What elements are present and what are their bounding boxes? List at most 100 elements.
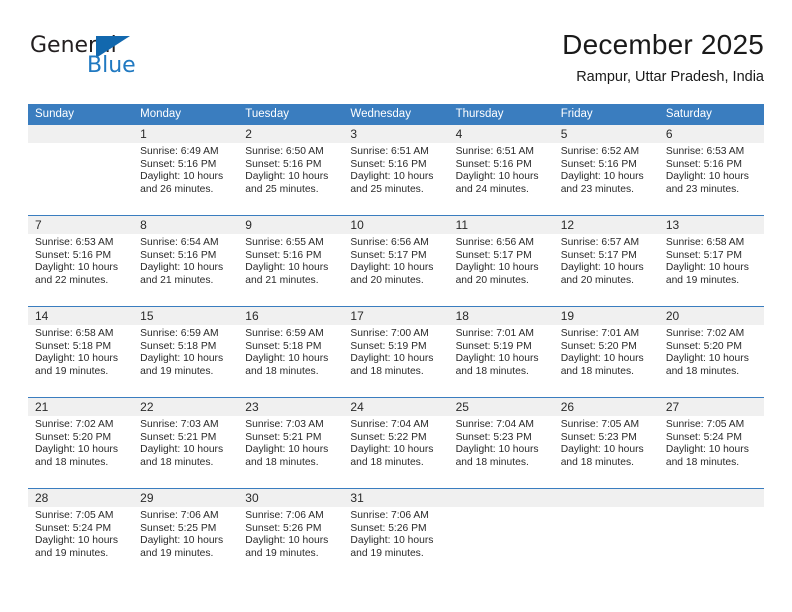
day-detail: Sunrise: 7:02 AM Sunset: 5:20 PM Daylight:… (28, 416, 133, 469)
day-cell-2[interactable]: 2 Sunrise: 6:50 AM Sunset: 5:16 PM Daylight… (238, 125, 344, 204)
day-number-band: 28 (28, 489, 134, 507)
day-cell-17[interactable]: 17 Sunrise: 7:00 AM Sunset: 5:19 PM Dayligh… (343, 307, 449, 386)
day-number: 21 (35, 400, 49, 414)
day-cell-14[interactable]: 14 Sunrise: 6:58 AM Sunset: 5:18 PM Dayligh… (28, 307, 134, 386)
sunrise-text: Sunrise: 7:06 AM (245, 510, 324, 521)
day-cell-29[interactable]: 29 Sunrise: 7:06 AM Sunset: 5:25 PM Dayligh… (133, 489, 239, 568)
day-number: 28 (35, 491, 49, 505)
day-number: 1 (140, 127, 147, 141)
day-cell-4[interactable]: 4 Sunrise: 6:51 AM Sunset: 5:16 PM Daylight… (448, 125, 554, 204)
day-detail: Sunrise: 7:06 AM Sunset: 5:25 PM Daylight:… (133, 507, 238, 560)
daylight-text-line1: Daylight: 10 hours (350, 535, 434, 547)
sunset-text: Sunset: 5:17 PM (560, 249, 637, 261)
day-cell-5[interactable]: 5 Sunrise: 6:52 AM Sunset: 5:16 PM Daylight… (553, 125, 659, 204)
day-number: 4 (455, 127, 463, 141)
calendar-weeks: 1 Sunrise: 6:49 AM Sunset: 5:16 PM Daylight… (28, 125, 764, 568)
daylight-text-line2: and 18 minutes. (665, 456, 740, 468)
day-detail: Sunrise: 6:50 AM Sunset: 5:16 PM Daylight:… (238, 143, 343, 196)
daylight-text-line1: Daylight: 10 hours (140, 535, 224, 547)
daylight-text-line2: and 18 minutes. (140, 456, 214, 468)
week-spacer (28, 386, 764, 397)
day-number-band (448, 489, 554, 507)
page-title: December 2025 (562, 29, 764, 60)
sunset-text: Sunset: 5:24 PM (35, 522, 112, 534)
sunset-text: Sunset: 5:18 PM (245, 340, 322, 352)
day-cell-13[interactable]: 13 Sunrise: 6:58 AM Sunset: 5:17 PM Dayligh… (658, 216, 764, 295)
day-number: 7 (35, 218, 42, 232)
sunrise-text: Sunrise: 6:50 AM (245, 146, 324, 157)
day-cell-8[interactable]: 8 Sunrise: 6:54 AM Sunset: 5:16 PM Daylight… (133, 216, 239, 295)
day-cell-30[interactable]: 30 Sunrise: 7:06 AM Sunset: 5:26 PM Dayligh… (238, 489, 344, 568)
day-cell-6[interactable]: 6 Sunrise: 6:53 AM Sunset: 5:16 PM Daylight… (658, 125, 764, 204)
sunset-text: Sunset: 5:17 PM (455, 249, 532, 261)
day-cell-26[interactable]: 26 Sunrise: 7:05 AM Sunset: 5:23 PM Dayligh… (553, 398, 659, 477)
sunset-text: Sunset: 5:17 PM (350, 249, 427, 261)
day-cell-10[interactable]: 10 Sunrise: 6:56 AM Sunset: 5:17 PM Dayligh… (343, 216, 449, 295)
day-cell-20[interactable]: 20 Sunrise: 7:02 AM Sunset: 5:20 PM Dayligh… (658, 307, 764, 386)
day-cell-28[interactable]: 28 Sunrise: 7:05 AM Sunset: 5:24 PM Dayligh… (28, 489, 134, 568)
weekday-header-tuesday: Tuesday (245, 108, 289, 120)
day-detail: Sunrise: 7:05 AM Sunset: 5:24 PM Daylight:… (659, 416, 764, 469)
day-detail: Sunrise: 6:59 AM Sunset: 5:18 PM Daylight:… (238, 325, 343, 378)
page-subtitle: Rampur, Uttar Pradesh, India (576, 69, 764, 85)
day-detail: Sunrise: 7:01 AM Sunset: 5:19 PM Daylight:… (449, 325, 554, 378)
day-detail: Sunrise: 6:51 AM Sunset: 5:16 PM Daylight:… (449, 143, 554, 196)
day-cell-empty (28, 125, 134, 204)
day-number: 14 (35, 309, 49, 323)
sunset-text: Sunset: 5:16 PM (665, 158, 742, 170)
general-blue-logo[interactable]: General Blue (30, 34, 170, 90)
day-cell-21[interactable]: 21 Sunrise: 7:02 AM Sunset: 5:20 PM Dayligh… (28, 398, 134, 477)
day-number: 20 (665, 309, 680, 323)
sunrise-text: Sunrise: 7:05 AM (35, 510, 114, 521)
day-number-band: 1 (133, 125, 239, 143)
calendar-week-row: 7 Sunrise: 6:53 AM Sunset: 5:16 PM Daylight… (28, 215, 764, 295)
day-cell-3[interactable]: 3 Sunrise: 6:51 AM Sunset: 5:16 PM Daylight… (343, 125, 449, 204)
daylight-text-line2: and 22 minutes. (35, 274, 109, 286)
sunset-text: Sunset: 5:17 PM (665, 249, 742, 261)
day-cell-25[interactable]: 25 Sunrise: 7:04 AM Sunset: 5:23 PM Dayligh… (448, 398, 554, 477)
day-cell-27[interactable]: 27 Sunrise: 7:05 AM Sunset: 5:24 PM Dayligh… (658, 398, 764, 477)
day-cell-12[interactable]: 12 Sunrise: 6:57 AM Sunset: 5:17 PM Dayligh… (553, 216, 659, 295)
sunset-text: Sunset: 5:16 PM (560, 158, 637, 170)
daylight-text-line2: and 20 minutes. (350, 274, 424, 286)
daylight-text-line2: and 19 minutes. (350, 547, 424, 559)
day-number: 18 (455, 309, 469, 323)
day-cell-22[interactable]: 22 Sunrise: 7:03 AM Sunset: 5:21 PM Dayligh… (133, 398, 239, 477)
day-cell-23[interactable]: 23 Sunrise: 7:03 AM Sunset: 5:21 PM Dayligh… (238, 398, 344, 477)
sunrise-text: Sunrise: 7:04 AM (350, 419, 429, 430)
day-cell-11[interactable]: 11 Sunrise: 6:56 AM Sunset: 5:17 PM Dayligh… (448, 216, 554, 295)
daylight-text-line1: Daylight: 10 hours (350, 353, 434, 365)
sunset-text: Sunset: 5:23 PM (455, 431, 532, 443)
daylight-text-line2: and 18 minutes. (665, 365, 740, 377)
day-cell-19[interactable]: 19 Sunrise: 7:01 AM Sunset: 5:20 PM Dayligh… (553, 307, 659, 386)
day-cell-1[interactable]: 1 Sunrise: 6:49 AM Sunset: 5:16 PM Daylight… (133, 125, 239, 204)
day-number-band: 20 (658, 307, 764, 325)
daylight-text-line1: Daylight: 10 hours (245, 535, 329, 547)
day-number-band: 2 (238, 125, 344, 143)
week-spacer (28, 477, 764, 488)
day-detail: Sunrise: 7:04 AM Sunset: 5:23 PM Daylight:… (449, 416, 554, 469)
daylight-text-line1: Daylight: 10 hours (665, 353, 749, 365)
daylight-text-line1: Daylight: 10 hours (245, 171, 329, 183)
day-number: 9 (245, 218, 252, 232)
day-number-band: 10 (343, 216, 449, 234)
day-cell-15[interactable]: 15 Sunrise: 6:59 AM Sunset: 5:18 PM Dayligh… (133, 307, 239, 386)
day-number-band: 6 (658, 125, 764, 143)
day-number: 6 (665, 127, 673, 141)
weekday-header-sunday: Sunday (35, 108, 75, 120)
day-number-band (658, 489, 764, 507)
daylight-text-line2: and 19 minutes. (35, 365, 109, 377)
sunrise-text: Sunrise: 6:52 AM (560, 146, 640, 157)
day-cell-9[interactable]: 9 Sunrise: 6:55 AM Sunset: 5:16 PM Daylight… (238, 216, 344, 295)
day-number-band: 29 (133, 489, 239, 507)
sunset-text: Sunset: 5:16 PM (455, 158, 532, 170)
week-spacer (28, 204, 764, 215)
day-cell-7[interactable]: 7 Sunrise: 6:53 AM Sunset: 5:16 PM Daylight… (28, 216, 134, 295)
sunrise-text: Sunrise: 6:51 AM (455, 146, 534, 157)
day-cell-24[interactable]: 24 Sunrise: 7:04 AM Sunset: 5:22 PM Dayligh… (343, 398, 449, 477)
daylight-text-line1: Daylight: 10 hours (665, 171, 749, 183)
day-cell-16[interactable]: 16 Sunrise: 6:59 AM Sunset: 5:18 PM Dayligh… (238, 307, 344, 386)
day-number: 16 (245, 309, 259, 323)
day-cell-18[interactable]: 18 Sunrise: 7:01 AM Sunset: 5:19 PM Dayligh… (448, 307, 554, 386)
day-cell-31[interactable]: 31 Sunrise: 7:06 AM Sunset: 5:26 PM Dayligh… (343, 489, 449, 568)
